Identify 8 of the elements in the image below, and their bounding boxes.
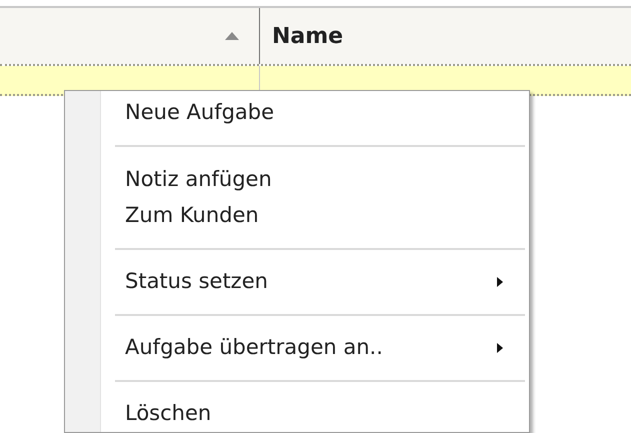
menu-item[interactable]: Aufgabe übertragen an.. <box>115 330 525 366</box>
menu-item[interactable]: Status setzen <box>115 264 525 300</box>
menu-item[interactable]: Löschen <box>115 396 525 432</box>
column-header[interactable]: Name <box>272 20 344 52</box>
menu-item[interactable]: Neue Aufgabe <box>115 95 525 132</box>
sort-up-icon[interactable] <box>225 32 239 40</box>
menu-item[interactable]: Zum Kunden <box>115 197 525 234</box>
menu-item[interactable]: Notiz anfügen <box>115 161 525 198</box>
